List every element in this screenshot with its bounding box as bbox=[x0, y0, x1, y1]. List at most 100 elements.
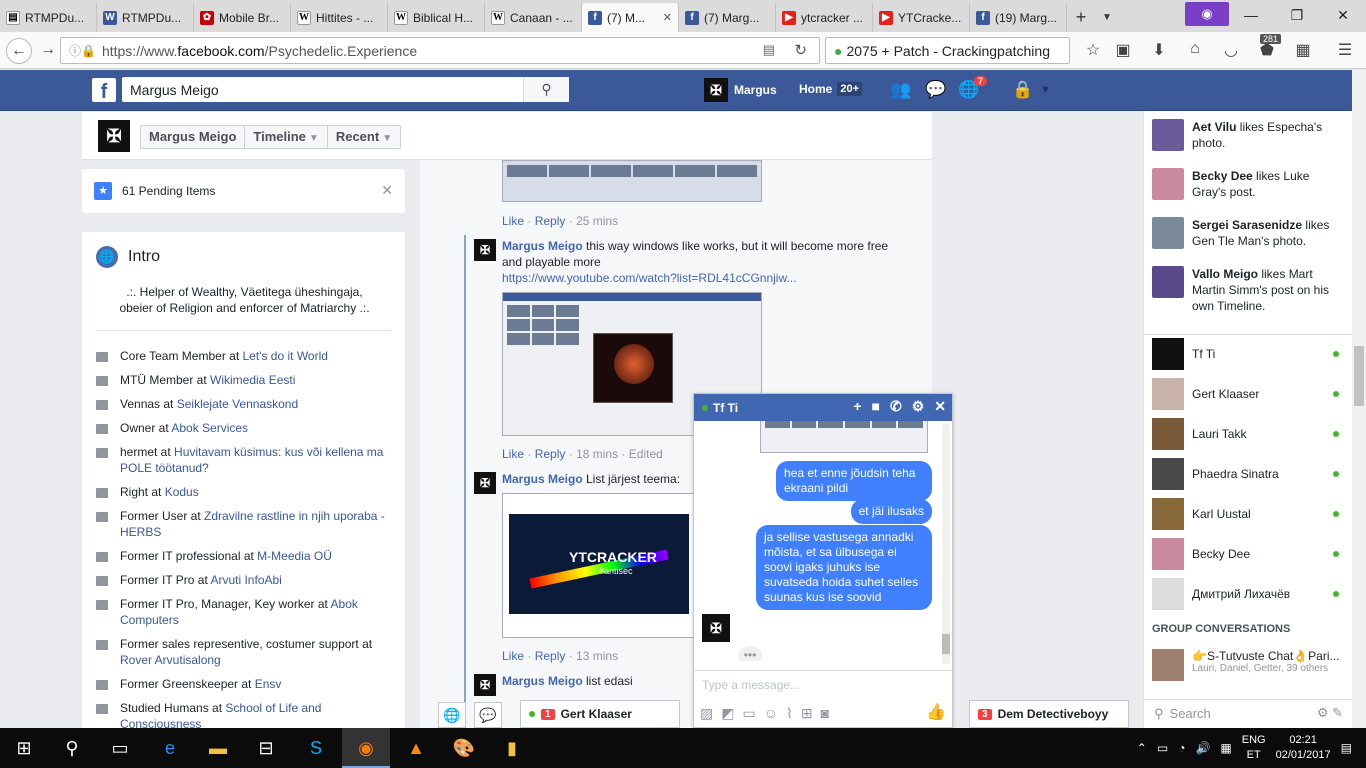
start-button[interactable]: ⊞ bbox=[0, 728, 48, 768]
page-name-button[interactable]: Margus Meigo bbox=[141, 126, 246, 148]
recent-button[interactable]: Recent ▼ bbox=[328, 126, 400, 148]
back-button[interactable]: ← bbox=[6, 38, 32, 64]
gif-icon[interactable]: ▭ bbox=[742, 705, 755, 722]
browser-tab[interactable]: W Hittites - ... bbox=[291, 3, 388, 32]
chat-tab-gert[interactable]: 1 Gert Klaaser bbox=[520, 700, 680, 728]
chat-friend[interactable]: Becky Dee bbox=[1152, 538, 1347, 570]
like-link[interactable]: Like bbox=[502, 447, 524, 461]
intro-item-link[interactable]: Rover Arvutisalong bbox=[120, 653, 221, 667]
language-indicator[interactable]: ENG ET bbox=[1242, 733, 1266, 763]
site-info-icon[interactable]: ⓘ🔒 bbox=[69, 42, 96, 59]
chat-scrollbar[interactable] bbox=[942, 424, 950, 664]
browser-tab[interactable]: ▶ ytcracker ... bbox=[776, 3, 873, 32]
chat-friend[interactable]: Gert Klaaser bbox=[1152, 378, 1347, 410]
close-icon[interactable]: ✕ bbox=[934, 398, 946, 415]
chat-partner-name[interactable]: Tf Ti bbox=[713, 401, 738, 415]
pending-items-box[interactable]: ★ 61 Pending Items ✕ bbox=[82, 169, 405, 213]
like-link[interactable]: Like bbox=[502, 649, 524, 663]
intro-item-link[interactable]: Let's do it World bbox=[243, 349, 328, 363]
chat-friend[interactable]: Karl Uustal bbox=[1152, 498, 1347, 530]
gear-icon[interactable]: ⚙ ✎ bbox=[1317, 705, 1343, 721]
close-icon[interactable]: ✕ bbox=[381, 182, 393, 199]
globe-icon[interactable]: 🌐 bbox=[438, 702, 466, 728]
timeline-button[interactable]: Timeline ▼ bbox=[245, 126, 328, 148]
page-avatar[interactable]: ✠ bbox=[98, 120, 130, 152]
battery-icon[interactable]: ▭ bbox=[1157, 741, 1168, 755]
menu-icon[interactable]: ☰ bbox=[1334, 40, 1356, 60]
search-bar[interactable]: ● 2075 + Patch - Crackingpatching bbox=[825, 37, 1070, 64]
search-icon[interactable]: ⚲ bbox=[48, 728, 96, 768]
action-center-icon[interactable]: ▤ bbox=[1341, 741, 1352, 755]
network-icon[interactable]: ◔ bbox=[1178, 741, 1185, 755]
tab-list-icon[interactable]: ▼ bbox=[1095, 3, 1119, 32]
volume-icon[interactable]: 🔊 bbox=[1195, 741, 1210, 755]
clock[interactable]: 02:21 02/01/2017 bbox=[1276, 733, 1331, 763]
group-conversation-item[interactable]: 👉S-Tutvuste Chat👌Pari... Lauri, Daniel, … bbox=[1152, 649, 1352, 681]
search-icon[interactable]: ⚲ bbox=[523, 77, 569, 102]
commenter-avatar[interactable]: ✠ bbox=[474, 239, 496, 261]
browser-tab[interactable]: ▤ RTMPDu... bbox=[0, 3, 97, 32]
chat-friend[interactable]: Дмитрий Лихачёв bbox=[1152, 578, 1347, 610]
reload-icon[interactable]: ↻ bbox=[794, 41, 807, 59]
intro-item-link[interactable]: Ensv bbox=[255, 677, 282, 691]
thumbs-up-icon[interactable]: 👍 bbox=[926, 702, 946, 722]
bookmark-star-icon[interactable]: ☆ bbox=[1082, 40, 1104, 60]
emoji-icon[interactable]: ☺ bbox=[764, 705, 778, 721]
ticker-item[interactable]: Aet Vilu likes Especha's photo. bbox=[1152, 119, 1347, 151]
video-call-icon[interactable]: ■ bbox=[872, 398, 880, 415]
intro-item-link[interactable]: Arvuti InfoAbi bbox=[210, 573, 281, 587]
commenter-name[interactable]: Margus Meigo bbox=[502, 674, 583, 688]
camera-icon[interactable]: ◙ bbox=[821, 705, 829, 721]
phone-icon[interactable]: ✆ bbox=[890, 398, 902, 415]
close-window-button[interactable]: ✕ bbox=[1320, 0, 1366, 30]
paint-icon[interactable]: 🎨 bbox=[440, 728, 488, 768]
facebook-logo-icon[interactable]: f bbox=[92, 78, 116, 103]
url-bar[interactable]: ⓘ🔒 https://www. facebook.com/Psychedelic.… bbox=[60, 37, 820, 64]
browser-tab[interactable]: ▶ YTCracke... bbox=[873, 3, 970, 32]
reply-link[interactable]: Reply bbox=[535, 447, 566, 461]
messages-icon[interactable]: 💬 bbox=[925, 80, 946, 100]
chat-friend[interactable]: Lauri Takk bbox=[1152, 418, 1347, 450]
ticker-item[interactable]: Sergei Sarasenidze likes Gen Tle Man's p… bbox=[1152, 217, 1347, 249]
close-tab-icon[interactable]: ✕ bbox=[663, 11, 672, 24]
photo-icon[interactable]: ▨ bbox=[700, 705, 713, 722]
comment-link[interactable]: https://www.youtube.com/watch?list=RDL41… bbox=[502, 271, 796, 285]
comment-screenshot-1[interactable] bbox=[502, 160, 762, 202]
game-icon[interactable]: ⊞ bbox=[801, 705, 813, 722]
browser-tab[interactable]: W RTMPDu... bbox=[97, 3, 194, 32]
maximize-button[interactable]: ❐ bbox=[1274, 0, 1320, 30]
chat-friend[interactable]: Phaedra Sinatra bbox=[1152, 458, 1347, 490]
pocket-icon[interactable]: ◡ bbox=[1220, 40, 1242, 60]
firefox-icon[interactable]: ◉ bbox=[342, 728, 390, 768]
reply-link[interactable]: Reply bbox=[535, 649, 566, 663]
browser-tab[interactable]: W Canaan - ... bbox=[485, 3, 582, 32]
chat-header[interactable]: Tf Ti + ■ ✆ ⚙ ✕ bbox=[694, 394, 952, 421]
browser-tab[interactable]: f (7) Marg... bbox=[679, 3, 776, 32]
vlc-icon[interactable]: ▲ bbox=[392, 728, 440, 768]
chat-scroll-thumb[interactable] bbox=[942, 634, 950, 654]
chat-tab-demon[interactable]: 3 Dem Detectiveboyy bbox=[969, 700, 1129, 728]
download-icon[interactable]: ⬇ bbox=[1148, 40, 1170, 60]
add-icon[interactable]: + bbox=[853, 398, 861, 415]
browser-tab[interactable]: ✿ Mobile Br... bbox=[194, 3, 291, 32]
home-icon[interactable]: ⌂ bbox=[1184, 40, 1206, 58]
like-link[interactable]: Like bbox=[502, 214, 524, 228]
skype-icon[interactable]: S bbox=[292, 728, 340, 768]
chat-friend[interactable]: Tf Ti bbox=[1152, 338, 1347, 370]
intro-item-link[interactable]: Seiklejate Vennaskond bbox=[177, 397, 298, 411]
ticker-item[interactable]: Vallo Meigo likes Mart Martin Simm's pos… bbox=[1152, 266, 1347, 314]
privacy-lock-icon[interactable]: 🔒 bbox=[1012, 80, 1033, 100]
intro-item-link[interactable]: Abok Services bbox=[171, 421, 248, 435]
browser-tab[interactable]: f (19) Marg... bbox=[970, 3, 1067, 32]
commenter-avatar[interactable]: ✠ bbox=[474, 472, 496, 494]
tray-chevron-icon[interactable]: ⌃ bbox=[1137, 741, 1147, 755]
gear-icon[interactable]: ⚙ bbox=[912, 398, 925, 415]
new-tab-button[interactable]: + bbox=[1067, 3, 1095, 32]
browser-tab[interactable]: f (7) M... ✕ bbox=[582, 3, 679, 32]
account-menu-icon[interactable]: ▼ bbox=[1040, 84, 1051, 96]
profile-link[interactable]: ✠ Margus bbox=[704, 78, 777, 102]
commenter-name[interactable]: Margus Meigo bbox=[502, 239, 583, 253]
folder-icon[interactable]: ▮ bbox=[488, 728, 536, 768]
intro-item-link[interactable]: Kodus bbox=[165, 485, 199, 499]
browser-tab[interactable]: W Biblical H... bbox=[388, 3, 485, 32]
